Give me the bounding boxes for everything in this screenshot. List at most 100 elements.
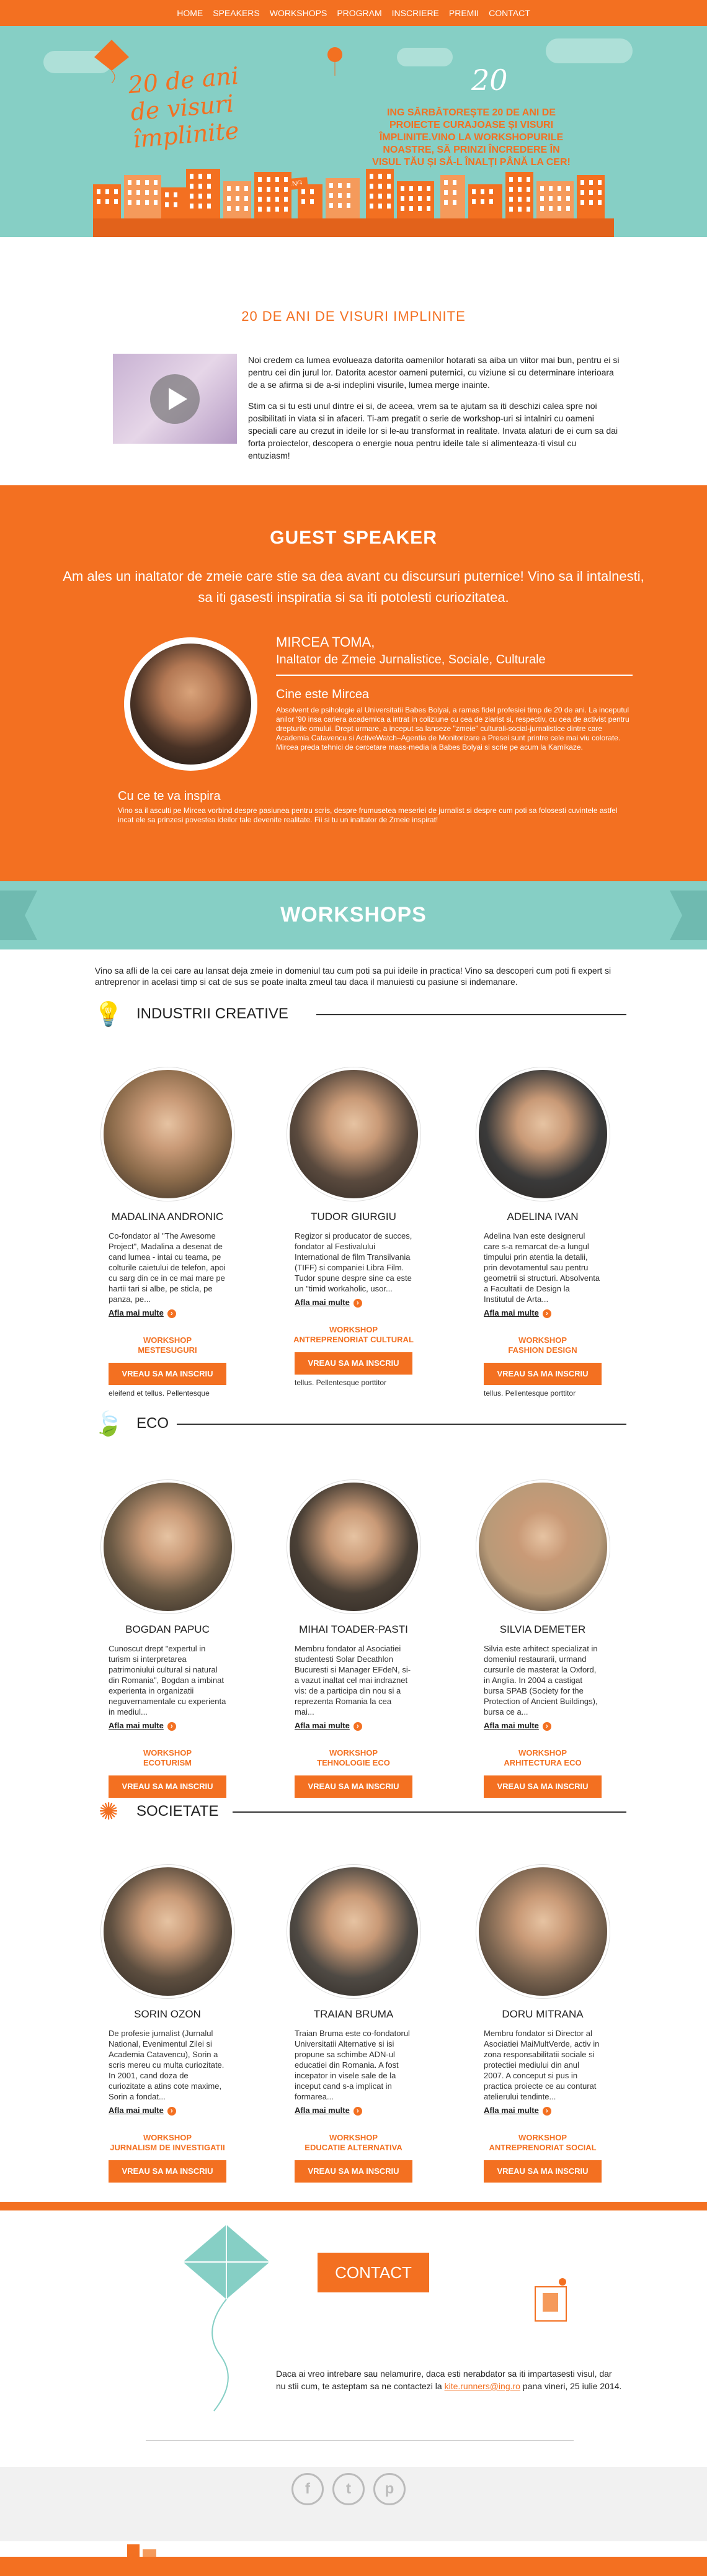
window-decoration	[481, 199, 484, 204]
nav-speakers[interactable]: SPEAKERS	[208, 8, 264, 18]
speaker-name: MADALINA ANDRONIC	[111, 1211, 224, 1223]
facebook-icon[interactable]: f	[291, 2473, 324, 2505]
play-icon[interactable]	[150, 374, 200, 424]
window-decoration	[145, 190, 149, 195]
nav-workshops[interactable]: WORKSHOPS	[265, 8, 332, 18]
nav-program[interactable]: PROGRAM	[332, 8, 386, 18]
window-decoration	[540, 206, 544, 211]
nav-home[interactable]: HOME	[172, 8, 208, 18]
window-decoration	[284, 187, 288, 192]
window-decoration	[580, 190, 584, 195]
building-decoration	[577, 175, 605, 218]
window-decoration	[418, 206, 422, 211]
window-decoration	[136, 180, 140, 185]
read-more-link[interactable]: Afla mai multe	[484, 1308, 602, 1318]
read-more-link[interactable]: Afla mai multe	[295, 2106, 412, 2116]
window-decoration	[370, 184, 373, 189]
nav-contact[interactable]: CONTACT	[484, 8, 535, 18]
speaker-name: TRAIAN BRUMA	[313, 2008, 394, 2020]
window-decoration	[558, 206, 561, 211]
intro-video[interactable]	[113, 354, 237, 444]
window-decoration	[114, 199, 118, 204]
card-extra-text: tellus. Pellentesque porttitor	[484, 1389, 576, 1398]
window-decoration	[347, 183, 350, 188]
twitter-icon[interactable]: t	[332, 2473, 365, 2505]
read-more-link[interactable]: Afla mai multe	[109, 1721, 226, 1731]
window-decoration	[258, 187, 262, 192]
window-decoration	[378, 174, 382, 179]
window-decoration	[549, 186, 553, 191]
window-decoration	[207, 204, 211, 209]
register-button[interactable]: VREAU SA MA INSCRIU	[484, 2160, 602, 2183]
window-decoration	[387, 184, 391, 189]
building-decoration	[223, 181, 251, 218]
window-decoration	[370, 204, 373, 209]
window-decoration	[145, 200, 149, 205]
workshop-title: WORKSHOP ARHITECTURA ECO	[504, 1748, 582, 1767]
window-decoration	[258, 177, 262, 182]
pinterest-icon[interactable]: p	[373, 2473, 406, 2505]
window-decoration	[329, 183, 333, 188]
avatar	[100, 1865, 234, 1998]
divider	[276, 675, 633, 676]
nav-premii[interactable]: PREMII	[444, 8, 484, 18]
nav-inscriere[interactable]: INSCRIERE	[387, 8, 444, 18]
read-more-link[interactable]: Afla mai multe	[295, 1721, 412, 1731]
category-title: SOCIETATE	[136, 1803, 219, 1820]
window-decoration	[190, 204, 193, 209]
category-title: ECO	[136, 1415, 169, 1432]
read-more-link[interactable]: Afla mai multe	[484, 2106, 602, 2116]
contact-button[interactable]: CONTACT	[318, 2253, 429, 2292]
window-decoration	[427, 196, 430, 201]
window-decoration	[301, 189, 305, 194]
window-decoration	[598, 190, 602, 195]
window-decoration	[227, 186, 231, 191]
building-decoration	[505, 172, 533, 218]
category-header: ✺ SOCIETATE	[93, 1797, 626, 1828]
workshop-title: WORKSHOP JURNALISM DE INVESTIGATII	[110, 2133, 225, 2152]
guest-role: Inaltator de Zmeie Jurnalistice, Sociale…	[276, 653, 546, 666]
speaker-description: Silvia este arhitect specializat in dome…	[484, 1644, 598, 1717]
contact-email-link[interactable]: kite.runners@ing.ro	[445, 2381, 520, 2391]
register-button[interactable]: VREAU SA MA INSCRIU	[109, 1775, 226, 1798]
window-decoration	[509, 187, 513, 192]
guest-subtitle: Am ales un inaltator de zmeie care stie …	[63, 568, 644, 605]
read-more-link[interactable]: Afla mai multe	[295, 1298, 412, 1308]
contact-text-after: pana vineri, 25 iulie 2014.	[520, 2381, 622, 2391]
window-decoration	[598, 180, 602, 185]
hero-banner: 20 de ani de visuri împlinite ING 20 ING…	[0, 26, 707, 237]
register-button[interactable]: VREAU SA MA INSCRIU	[484, 1363, 602, 1385]
register-button[interactable]: VREAU SA MA INSCRIU	[109, 2160, 226, 2183]
window-decoration	[165, 192, 169, 197]
leaf-icon: 🍃	[94, 1411, 123, 1437]
window-decoration	[558, 186, 561, 191]
read-more-link[interactable]: Afla mai multe	[109, 2106, 226, 2116]
window-decoration	[154, 200, 158, 205]
window-decoration	[378, 204, 382, 209]
read-more-link[interactable]: Afla mai multe	[484, 1721, 602, 1731]
workshops-intro: Vino sa afli de la cei care au lansat de…	[95, 966, 611, 987]
window-decoration	[453, 180, 456, 185]
read-more-link[interactable]: Afla mai multe	[109, 1308, 226, 1318]
window-decoration	[198, 204, 202, 209]
window-decoration	[589, 200, 593, 205]
register-button[interactable]: VREAU SA MA INSCRIU	[295, 1352, 412, 1375]
window-decoration	[387, 194, 391, 199]
window-decoration	[165, 202, 169, 207]
window-decoration	[370, 174, 373, 179]
window-decoration	[409, 186, 413, 191]
speaker-card: DORU MITRANA Membru fondator si Director …	[468, 1865, 617, 2183]
building-decoration	[468, 184, 502, 218]
window-decoration	[527, 177, 530, 182]
register-button[interactable]: VREAU SA MA INSCRIU	[109, 1363, 226, 1385]
register-button[interactable]: VREAU SA MA INSCRIU	[484, 1775, 602, 1798]
register-button[interactable]: VREAU SA MA INSCRIU	[295, 2160, 412, 2183]
guest-inspire-text: Vino sa il asculti pe Mircea vorbind des…	[118, 806, 618, 824]
window-decoration	[236, 186, 239, 191]
workshop-title: WORKSHOP ANTREPRENORIAT CULTURAL	[293, 1325, 414, 1344]
card-extra-text: tellus. Pellentesque porttitor	[295, 1378, 387, 1387]
guest-name: MIRCEA TOMA,	[276, 634, 375, 650]
window-decoration	[409, 196, 413, 201]
intro-title: 20 DE ANI DE VISURI IMPLINITE	[241, 308, 466, 324]
register-button[interactable]: VREAU SA MA INSCRIU	[295, 1775, 412, 1798]
